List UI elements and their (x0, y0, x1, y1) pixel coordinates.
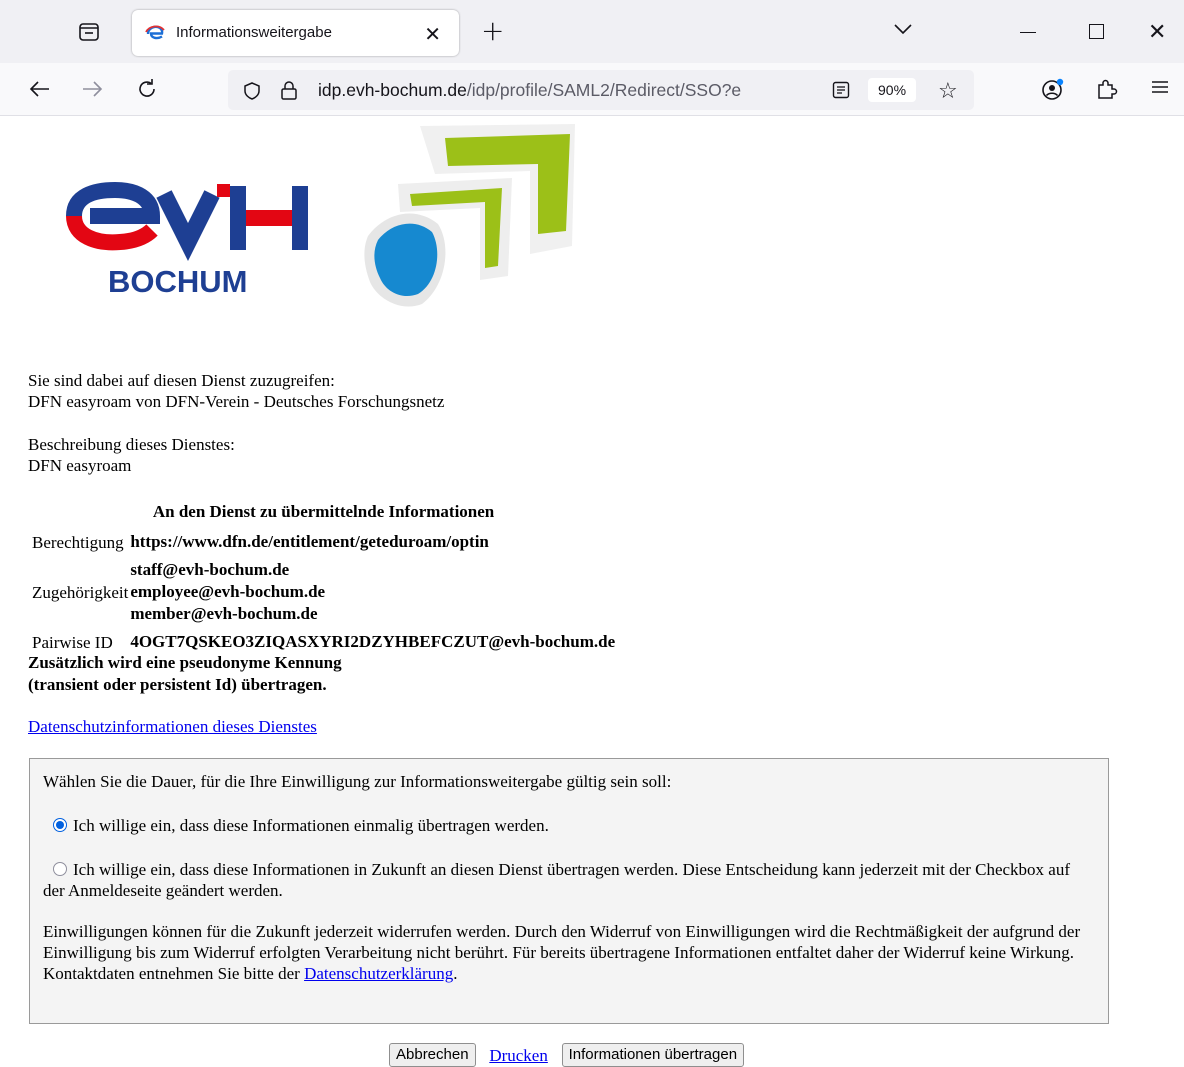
browser-nav-bar: idp.evh-bochum.de/idp/profile/SAML2/Redi… (0, 63, 1184, 116)
url-text: idp.evh-bochum.de/idp/profile/SAML2/Redi… (318, 80, 818, 101)
tracking-protection-shield-icon[interactable] (242, 81, 262, 106)
evh-bochum-logo: BOCHUM (60, 116, 620, 336)
attribute-value-item: employee@evh-bochum.de (130, 582, 326, 601)
consent-prompt: Wählen Sie die Dauer, für die Ihre Einwi… (43, 772, 672, 791)
privacy-info-link[interactable]: Datenschutzinformationen dieses Dienstes (28, 716, 317, 737)
privacy-policy-link[interactable]: Datenschutzerklärung (304, 964, 453, 983)
window-maximize-icon[interactable] (1089, 24, 1104, 39)
submit-button[interactable]: Informationen übertragen (561, 1043, 745, 1067)
radio-future[interactable] (53, 862, 67, 876)
browser-tab[interactable]: Informationsweitergabe ✕ (132, 10, 459, 56)
table-row: Berechtigung https://www.dfn.de/entitlem… (32, 528, 615, 556)
revocation-end: . (453, 964, 458, 983)
tab-list-icon[interactable] (78, 22, 100, 42)
new-tab-icon[interactable]: + (481, 14, 504, 47)
url-bar[interactable]: idp.evh-bochum.de/idp/profile/SAML2/Redi… (228, 70, 974, 110)
browser-tab-bar: Informationsweitergabe ✕ + ✕ (0, 0, 1184, 63)
reader-view-icon[interactable] (832, 81, 850, 104)
consent-box: Wählen Sie die Dauer, für die Ihre Einwi… (29, 758, 1109, 1024)
url-path: /idp/profile/SAML2/Redirect/SSO?e (466, 80, 742, 100)
print-link[interactable]: Drucken (489, 1046, 548, 1065)
radio-once[interactable] (53, 818, 67, 832)
bookmark-star-icon[interactable]: ☆ (938, 78, 958, 104)
note-line: (transient oder persistent Id) übertrage… (28, 675, 327, 694)
action-buttons: Abbrechen Drucken Informationen übertrag… (389, 1043, 745, 1067)
cancel-button[interactable]: Abbrechen (389, 1043, 476, 1067)
attribute-label: Zugehörigkeit (32, 582, 129, 602)
tab-close-icon[interactable]: ✕ (424, 22, 441, 47)
window-close-icon[interactable]: ✕ (1148, 20, 1166, 45)
back-arrow-icon[interactable] (28, 77, 52, 106)
consent-option-future-label: Ich willige ein, dass diese Informatione… (43, 860, 1071, 900)
intro-line: Sie sind dabei auf diesen Dienst zuzugre… (28, 371, 335, 390)
service-intro: Sie sind dabei auf diesen Dienst zuzugre… (28, 370, 444, 412)
chevron-down-icon[interactable] (892, 22, 914, 41)
menu-hamburger-icon[interactable] (1150, 77, 1170, 102)
table-row: Zugehörigkeit staff@evh-bochum.de employ… (32, 556, 615, 628)
pseudonym-note: Zusätzlich wird eine pseudonyme Kennung … (28, 652, 342, 696)
account-icon[interactable] (1040, 77, 1066, 108)
zoom-level-badge[interactable]: 90% (868, 78, 917, 102)
window-minimize-icon[interactable] (1020, 32, 1036, 33)
note-line: Zusätzlich wird eine pseudonyme Kennung (28, 653, 342, 672)
attribute-value-item: member@evh-bochum.de (130, 604, 318, 623)
extensions-puzzle-icon[interactable] (1095, 77, 1119, 106)
consent-option-future[interactable]: Ich willige ein, dass diese Informatione… (43, 859, 1095, 901)
lock-icon[interactable] (280, 80, 298, 105)
forward-arrow-icon[interactable] (80, 77, 104, 106)
url-domain: idp.evh-bochum.de (318, 80, 467, 100)
attribute-value: staff@evh-bochum.de employee@evh-bochum.… (130, 556, 615, 628)
revocation-notice: Einwilligungen können für die Zukunft je… (43, 921, 1095, 984)
reload-icon[interactable] (135, 77, 159, 106)
service-name: DFN easyroam von DFN-Verein - Deutsches … (28, 392, 445, 411)
edge-e-icon (145, 24, 165, 42)
description-label: Beschreibung dieses Dienstes: (28, 435, 235, 454)
revocation-text: Einwilligungen können für die Zukunft je… (43, 922, 1081, 983)
attributes-heading: An den Dienst zu übermittelnde Informati… (152, 502, 495, 521)
tab-title: Informationsweitergabe (176, 24, 332, 41)
attribute-value: https://www.dfn.de/entitlement/geteduroa… (130, 532, 489, 551)
description-value: DFN easyroam (28, 456, 132, 475)
attribute-label: Berechtigung (32, 532, 124, 552)
logo-subtext: BOCHUM (108, 264, 248, 299)
consent-option-once-label: Ich willige ein, dass diese Informatione… (73, 816, 549, 835)
attributes-table: An den Dienst zu übermittelnde Informati… (30, 500, 617, 656)
service-description: Beschreibung dieses Dienstes: DFN easyro… (28, 434, 235, 476)
consent-option-once[interactable]: Ich willige ein, dass diese Informatione… (43, 815, 1095, 836)
attribute-value-item: staff@evh-bochum.de (130, 560, 290, 579)
